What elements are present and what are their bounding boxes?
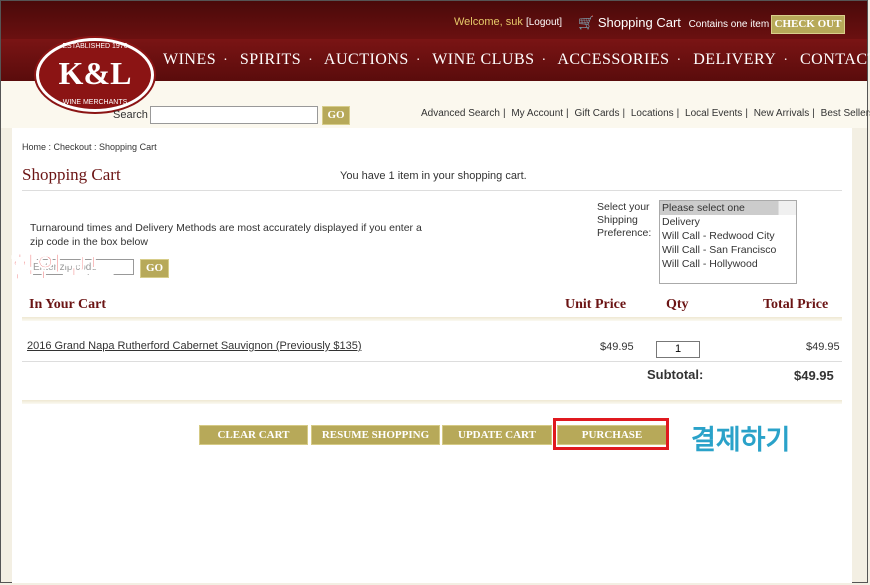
zip-go-button[interactable]: GO bbox=[140, 259, 169, 278]
main-content bbox=[12, 128, 852, 583]
shipping-preference-label: Select your Shipping Preference: bbox=[597, 201, 652, 239]
link-advanced-search[interactable]: Advanced Search bbox=[421, 108, 500, 119]
nav-separator: · bbox=[308, 53, 314, 68]
shopping-cart-link[interactable]: 🛒 Shopping Cart Contains one item bbox=[578, 15, 769, 31]
resume-shopping-button[interactable]: RESUME SHOPPING bbox=[311, 425, 440, 445]
nav-auctions[interactable]: AUCTIONS bbox=[324, 51, 409, 68]
subtotal-value: $49.95 bbox=[794, 368, 834, 383]
link-best-sellers[interactable]: Best Sellers bbox=[821, 108, 870, 119]
cart-note: Contains one item bbox=[688, 19, 770, 30]
shipping-option[interactable]: Delivery bbox=[660, 215, 796, 229]
footer-band bbox=[22, 400, 842, 404]
update-cart-button[interactable]: UPDATE CART bbox=[442, 425, 552, 445]
logout-link[interactable]: [Logout] bbox=[526, 17, 562, 28]
nav-accessories[interactable]: ACCESSORIES bbox=[557, 51, 669, 68]
logo-ring-bottom: WINE MERCHANTS bbox=[62, 99, 128, 106]
search-label: Search bbox=[113, 109, 148, 121]
nav-separator: · bbox=[223, 53, 229, 68]
quantity-input[interactable]: 1 bbox=[656, 341, 700, 358]
header-qty: Qty bbox=[666, 297, 689, 312]
cart-item-link[interactable]: 2016 Grand Napa Rutherford Cabernet Sauv… bbox=[27, 340, 361, 352]
shipping-option[interactable]: Will Call - Redwood City bbox=[660, 229, 796, 243]
link-locations[interactable]: Locations bbox=[631, 108, 674, 119]
header-band bbox=[22, 317, 842, 321]
main-nav: WINES · SPIRITS · AUCTIONS · WINE CLUBS · AC… bbox=[163, 51, 870, 69]
link-local-events[interactable]: Local Events bbox=[685, 108, 742, 119]
nav-separator: · bbox=[676, 53, 682, 68]
cart-count-text: You have 1 item in your shopping cart. bbox=[340, 170, 527, 182]
nav-separator: · bbox=[783, 53, 789, 68]
link-gift-cards[interactable]: Gift Cards bbox=[574, 108, 619, 119]
shipping-option[interactable]: Please select one bbox=[660, 201, 780, 215]
item-unit-price: $49.95 bbox=[600, 341, 634, 353]
nav-spirits[interactable]: SPIRITS bbox=[240, 51, 301, 68]
nav-wine-clubs[interactable]: WINE CLUBS bbox=[432, 51, 534, 68]
kl-logo[interactable]: ESTABLISHED 1976 K&L WINE MERCHANTS bbox=[36, 38, 154, 112]
header-in-your-cart: In Your Cart bbox=[29, 297, 107, 312]
purchase-highlight-box bbox=[553, 418, 669, 450]
pay-annotation: 결제하기 bbox=[691, 425, 791, 455]
shipping-option[interactable]: Will Call - San Francisco bbox=[660, 243, 796, 257]
checkout-button[interactable]: CHECK OUT bbox=[771, 15, 845, 34]
logo-ring-top: ESTABLISHED 1976 bbox=[62, 43, 128, 50]
welcome-message: Welcome, suk [Logout] bbox=[454, 16, 563, 28]
breadcrumb[interactable]: Home : Checkout : Shopping Cart bbox=[22, 142, 157, 152]
logo-monogram: K&L bbox=[58, 55, 132, 91]
nav-separator: · bbox=[541, 53, 547, 68]
link-new-arrivals[interactable]: New Arrivals bbox=[754, 108, 810, 119]
cart-icon: 🛒 bbox=[578, 15, 595, 30]
nav-wines[interactable]: WINES bbox=[163, 51, 216, 68]
link-my-account[interactable]: My Account bbox=[511, 108, 563, 119]
item-total-price: $49.95 bbox=[806, 341, 840, 353]
subtotal-label: Subtotal: bbox=[647, 367, 704, 382]
divider bbox=[22, 361, 842, 362]
page-title: Shopping Cart bbox=[22, 165, 121, 184]
turnaround-text: Turnaround times and Delivery Methods ar… bbox=[30, 222, 422, 248]
clear-cart-button[interactable]: CLEAR CART bbox=[199, 425, 308, 445]
shipping-option[interactable]: Will Call - Hollywood bbox=[660, 257, 796, 271]
discount-code-annotation: 할인코드 bbox=[10, 252, 115, 284]
search-go-button[interactable]: GO bbox=[322, 106, 350, 125]
utility-links: Advanced Search | My Account | Gift Cards |… bbox=[421, 108, 870, 119]
nav-delivery[interactable]: DELIVERY bbox=[693, 51, 776, 68]
scrollbar[interactable] bbox=[778, 201, 796, 215]
nav-separator: · bbox=[415, 53, 421, 68]
nav-contact[interactable]: CONTACT bbox=[800, 51, 870, 68]
header-unit-price: Unit Price bbox=[565, 297, 627, 312]
divider bbox=[22, 190, 842, 191]
header-total-price: Total Price bbox=[763, 297, 829, 312]
search-input[interactable] bbox=[150, 106, 318, 124]
shipping-preference-select[interactable]: Please select one Delivery Will Call - R… bbox=[659, 200, 797, 284]
